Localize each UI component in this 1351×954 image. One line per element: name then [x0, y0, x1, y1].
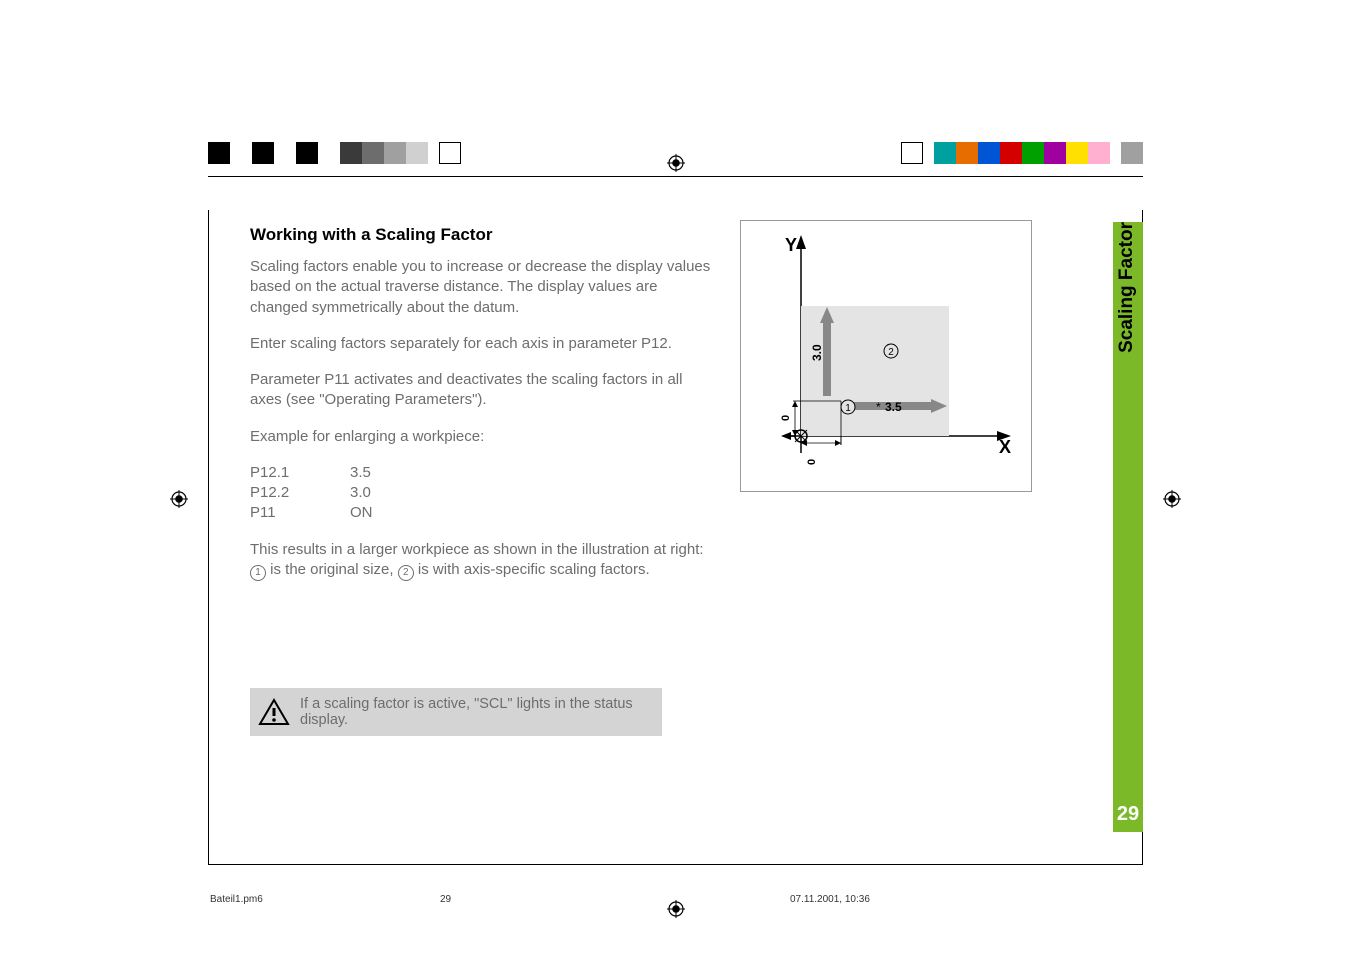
print-footer: Bateil1.pm6 29 07.11.2001, 10:36 — [210, 894, 1140, 905]
crop-rule — [703, 176, 1143, 177]
crop-rule — [208, 210, 209, 864]
scaling-figure: 1 2 * Y X 3.0 3.5 0 0 — [740, 220, 1032, 492]
svg-text:3.0: 3.0 — [810, 344, 824, 361]
crop-rule — [208, 176, 713, 177]
crop-rule — [208, 864, 1143, 865]
body-paragraph: Enter scaling factors separately for eac… — [250, 334, 715, 354]
parameter-key: P11 — [250, 503, 350, 523]
circled-number-icon: 1 — [250, 565, 266, 581]
footer-pageno: 29 — [440, 894, 790, 905]
parameter-value: ON — [350, 503, 373, 523]
footer-timestamp: 07.11.2001, 10:36 — [790, 894, 1140, 905]
body-paragraph: This results in a larger workpiece as sh… — [250, 540, 715, 581]
body-paragraph: Example for enlarging a workpiece: — [250, 427, 715, 447]
main-text-column: Working with a Scaling Factor Scaling fa… — [250, 225, 715, 597]
registration-mark-icon — [170, 490, 188, 508]
text-span: is the original size, — [266, 561, 398, 578]
text-span: This results in a larger workpiece as sh… — [250, 541, 704, 558]
svg-text:2: 2 — [888, 347, 894, 358]
parameter-key: P12.1 — [250, 463, 350, 483]
parameter-value: 3.5 — [350, 463, 371, 483]
circled-number-icon: 2 — [398, 565, 414, 581]
parameter-row: P11 ON — [250, 503, 715, 523]
parameter-list: P12.1 3.5 P12.2 3.0 P11 ON — [250, 463, 715, 524]
body-paragraph: Parameter P11 activates and deactivates … — [250, 370, 715, 411]
body-paragraph: Scaling factors enable you to increase o… — [250, 257, 715, 318]
side-tab: Scaling Factor 29 — [1113, 222, 1143, 832]
text-span: is with axis-specific scaling factors. — [414, 561, 650, 578]
registration-mark-icon — [667, 154, 685, 172]
footer-filename: Bateil1.pm6 — [210, 894, 440, 905]
print-colorbar-right — [901, 142, 1143, 164]
page-number: 29 — [1113, 803, 1143, 826]
note-box: If a scaling factor is active, "SCL" lig… — [250, 688, 662, 736]
svg-text:0: 0 — [780, 415, 792, 421]
parameter-row: P12.2 3.0 — [250, 483, 715, 503]
svg-text:0: 0 — [806, 459, 818, 465]
section-heading: Working with a Scaling Factor — [250, 225, 715, 245]
note-text: If a scaling factor is active, "SCL" lig… — [290, 696, 662, 728]
parameter-key: P12.2 — [250, 483, 350, 503]
svg-text:*: * — [876, 400, 881, 414]
warning-icon — [258, 698, 290, 726]
svg-text:X: X — [999, 437, 1011, 457]
svg-text:Y: Y — [785, 235, 797, 255]
print-colorbar-left — [208, 142, 461, 164]
svg-text:3.5: 3.5 — [885, 400, 902, 414]
parameter-value: 3.0 — [350, 483, 371, 503]
parameter-row: P12.1 3.5 — [250, 463, 715, 483]
svg-text:1: 1 — [845, 403, 851, 414]
side-tab-title: Scaling Factor — [1116, 222, 1138, 452]
registration-mark-icon — [1163, 490, 1181, 508]
